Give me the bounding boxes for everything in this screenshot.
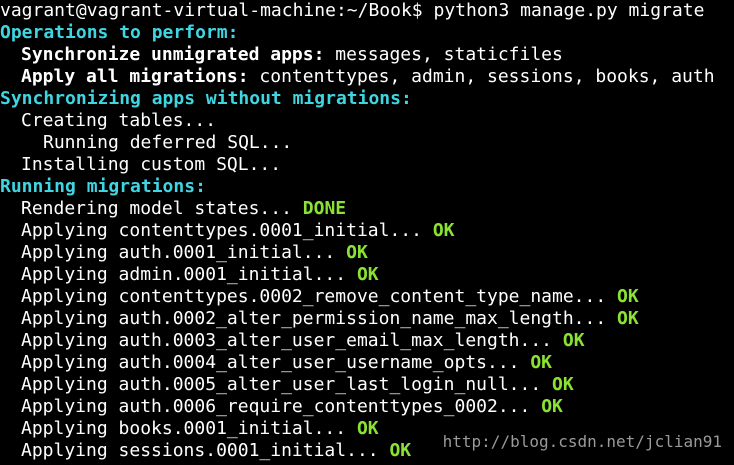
apply-migrations-label: Apply all migrations: — [21, 66, 249, 87]
migration-line: Applying admin.0001_initial... OK — [0, 264, 379, 286]
ok-status: OK — [617, 286, 639, 307]
running-migrations-header: Running migrations: — [0, 176, 206, 197]
operations-header: Operations to perform: — [0, 22, 239, 43]
migration-text: Applying sessions.0001_initial... — [21, 440, 379, 461]
rendering-text: Rendering model states... — [21, 198, 292, 219]
migration-text: Applying auth.0005_alter_user_last_login… — [21, 374, 542, 395]
migration-text: Applying admin.0001_initial... — [21, 264, 347, 285]
migration-line: Applying auth.0005_alter_user_last_login… — [0, 374, 574, 396]
apply-migrations-value: contenttypes, admin, sessions, books, au… — [259, 66, 715, 87]
ok-status: OK — [356, 264, 379, 285]
ok-status: OK — [552, 374, 574, 395]
migration-line: Applying auth.0004_alter_user_username_o… — [0, 352, 552, 374]
migration-line: Applying sessions.0001_initial... OK — [0, 440, 411, 462]
synchronizing-header: Synchronizing apps without migrations: — [0, 88, 412, 109]
prompt-line: vagrant@vagrant-virtual-machine:~/Book$ … — [0, 0, 704, 22]
ok-status: OK — [346, 242, 368, 263]
creating-tables-line: Creating tables... — [21, 110, 217, 131]
done-status: DONE — [302, 198, 347, 219]
ok-status: OK — [541, 396, 563, 417]
ok-status: OK — [356, 418, 379, 439]
sync-unmigrated-label: Synchronize unmigrated apps: — [21, 44, 325, 65]
migration-text: Applying auth.0006_require_contenttypes_… — [21, 396, 531, 417]
sync-unmigrated-value: messages, staticfiles — [335, 44, 563, 65]
terminal-window[interactable]: vagrant@vagrant-virtual-machine:~/Book$ … — [0, 0, 734, 465]
installing-custom-line: Installing custom SQL... — [21, 154, 282, 175]
migration-text: Applying auth.0004_alter_user_username_o… — [21, 352, 520, 373]
ok-status: OK — [562, 330, 585, 351]
ok-status: OK — [530, 352, 553, 373]
migration-text: Applying books.0001_initial... — [21, 418, 347, 439]
migration-line: Applying contenttypes.0002_remove_conten… — [0, 286, 639, 308]
prompt: vagrant@vagrant-virtual-machine:~/Book$ — [0, 0, 423, 21]
migration-text: Applying contenttypes.0002_remove_conten… — [21, 286, 607, 307]
migration-line: Applying books.0001_initial... OK — [0, 418, 379, 440]
ok-status: OK — [389, 440, 412, 461]
migration-text: Applying auth.0001_initial... — [21, 242, 336, 263]
apply-migrations-line: Apply all migrations: contenttypes, admi… — [0, 66, 715, 88]
migration-line: Applying auth.0003_alter_user_email_max_… — [0, 330, 585, 352]
watermark-text: http://blog.csdn.net/jclian91 — [442, 432, 722, 451]
migration-text: Applying contenttypes.0001_initial... — [21, 220, 422, 241]
migration-text: Applying auth.0002_alter_permission_name… — [21, 308, 607, 329]
migration-line: Applying auth.0006_require_contenttypes_… — [0, 396, 563, 418]
ok-status: OK — [617, 308, 639, 329]
ok-status: OK — [432, 220, 455, 241]
sync-unmigrated-line: Synchronize unmigrated apps: messages, s… — [0, 44, 563, 66]
migration-text: Applying auth.0003_alter_user_email_max_… — [21, 330, 553, 351]
migration-line: Applying auth.0001_initial... OK — [0, 242, 368, 264]
running-deferred-line: Running deferred SQL... — [43, 132, 293, 153]
migration-line: Applying contenttypes.0001_initial... OK — [0, 220, 455, 242]
rendering-line: Rendering model states... DONE — [0, 198, 346, 220]
migration-line: Applying auth.0002_alter_permission_name… — [0, 308, 639, 330]
command-text: python3 manage.py migrate — [433, 0, 705, 21]
